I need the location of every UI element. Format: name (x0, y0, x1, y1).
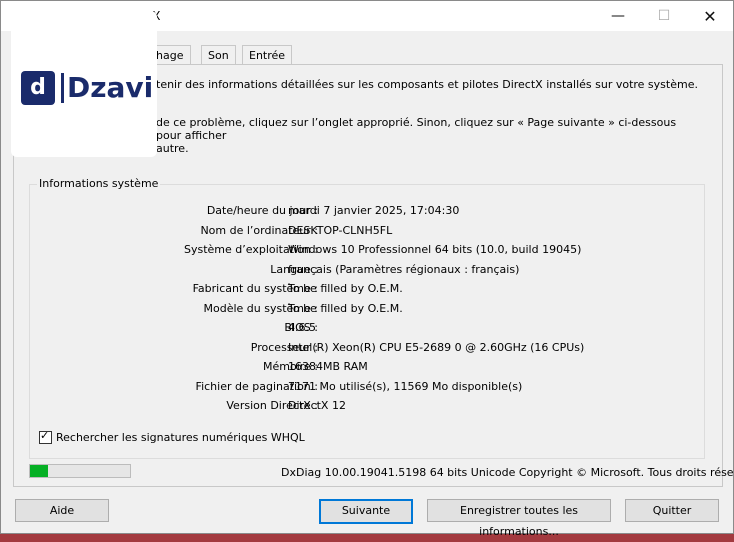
whql-label: Rechercher les signatures numériques WHQ… (56, 431, 305, 444)
whql-checkbox[interactable] (39, 429, 52, 444)
progress-bar (29, 464, 131, 478)
info-row-bios: BIOS :4.6.5 (41, 318, 701, 338)
quit-button[interactable]: Quitter (625, 499, 719, 522)
intro-line-1: de ce problème, cliquez sur l’onglet app… (156, 116, 677, 142)
close-button[interactable]: ✕ (687, 1, 733, 31)
maximize-button[interactable]: ☐ (641, 1, 687, 31)
info-value: To be filled by O.E.M. (288, 282, 403, 295)
info-row-computer-name: Nom de l’ordinateur : DESKTOP-CLNH5FL (41, 221, 701, 241)
watermark-logo: d Dzavi (11, 11, 157, 157)
info-value: Windows 10 Professionnel 64 bits (10.0, … (288, 243, 582, 256)
system-info-rows: Date/heure du jour : mardi 7 janvier 2025… (41, 201, 701, 416)
maximize-icon: ☐ (657, 8, 671, 24)
info-row-manufacturer: Fabricant du système : To be filled by O.… (41, 279, 701, 299)
intro-text: tenir des informations détaillées sur le… (156, 78, 698, 91)
info-value: 4.6.5 (288, 321, 316, 334)
info-row-directx: Version DirectX : DirectX 12 (41, 396, 701, 416)
whql-checkbox-row[interactable]: Rechercher les signatures numériques WHQ… (39, 429, 305, 444)
intro-text-2: de ce problème, cliquez sur l’onglet app… (156, 116, 696, 155)
info-value: Intel(R) Xeon(R) CPU E5-2689 0 @ 2.60GHz… (288, 340, 585, 354)
next-button[interactable]: Suivante (319, 499, 413, 524)
info-value: To be filled by O.E.M. (288, 301, 403, 315)
logo-mark-icon: d (21, 71, 55, 105)
system-info-label: Informations système (37, 177, 161, 190)
help-button[interactable]: Aide (15, 499, 109, 522)
logo-separator (61, 73, 64, 103)
info-row-memory: Mémoire :16384MB RAM (41, 357, 701, 377)
info-row-os: Système d’exploitation : Windows 10 Profe… (41, 240, 701, 260)
info-value: 16384MB RAM (288, 360, 368, 373)
progress-fill (30, 465, 48, 477)
close-icon: ✕ (703, 6, 717, 26)
info-value: DirectX 12 (288, 399, 346, 412)
info-row-processor: Processeur : Intel(R) Xeon(R) CPU E5-2689… (41, 338, 701, 358)
info-value: français (Paramètres régionaux : françai… (288, 262, 520, 276)
info-row-date: Date/heure du jour : mardi 7 janvier 2025… (41, 201, 701, 221)
info-row-language: Langue : français (Paramètres régionaux :… (41, 260, 701, 280)
info-row-pagefile: Fichier de pagination :7171 Mo utilisé(s… (41, 377, 701, 397)
info-value: mardi 7 janvier 2025, 17:04:30 (288, 204, 460, 217)
minimize-button[interactable]: — (595, 1, 641, 31)
tab-sound[interactable]: Son (201, 45, 236, 65)
intro-line-2: autre. (156, 142, 189, 155)
info-value: DESKTOP-CLNH5FL (288, 223, 393, 237)
tab-input[interactable]: Entrée (242, 45, 293, 65)
minimize-icon: — (611, 8, 625, 24)
copyright-text: DxDiag 10.00.19041.5198 64 bits Unicode … (281, 466, 734, 479)
logo-text: Dzavi (67, 71, 154, 104)
info-value: 7171 Mo utilisé(s), 11569 Mo disponible(… (288, 379, 523, 393)
save-all-button[interactable]: Enregistrer toutes les informations... (427, 499, 611, 538)
dxdiag-window: ctX — ☐ ✕ chage 2 Son Entrée tenir des i… (0, 0, 734, 538)
info-row-model: Modèle du système : To be filled by O.E.M… (41, 299, 701, 319)
